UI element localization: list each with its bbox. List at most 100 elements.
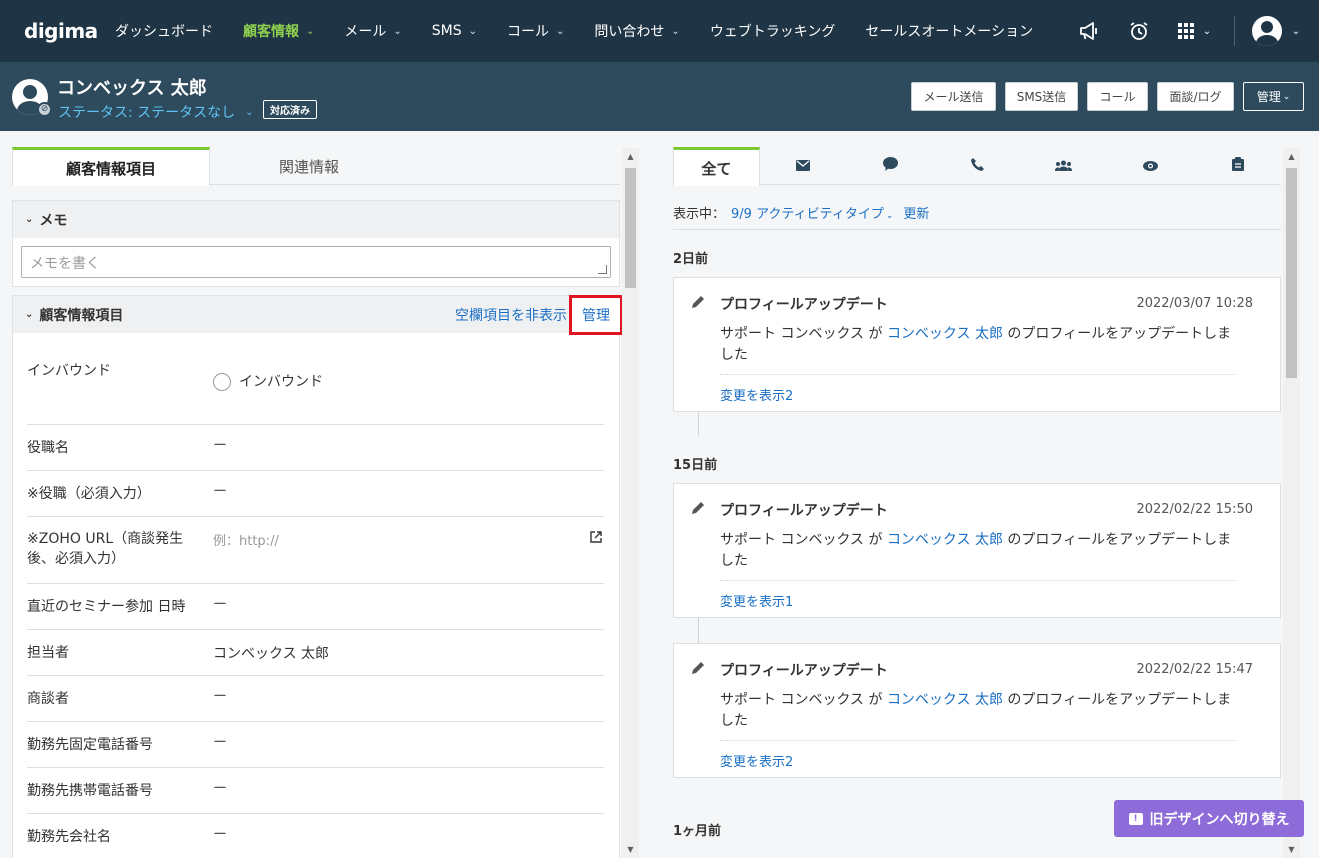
- nav-call[interactable]: コール ⌄: [492, 0, 579, 62]
- scrollbar-thumb[interactable]: [1286, 168, 1297, 378]
- tab-chat[interactable]: [847, 147, 934, 185]
- field-value[interactable]: ー: [213, 435, 227, 455]
- hide-empty-fields-link[interactable]: 空欄項目を非表示: [455, 305, 567, 325]
- timeline-line: [698, 412, 699, 436]
- nav-customer-info-label: 顧客情報: [243, 24, 299, 40]
- field-value[interactable]: ー: [213, 481, 227, 501]
- activity-text-cont: した: [720, 347, 748, 363]
- chevron-down-icon[interactable]: ⌄: [25, 309, 33, 320]
- field-label: 担当者: [27, 645, 69, 661]
- show-changes-link[interactable]: 変更を表示1: [720, 591, 793, 610]
- nav-sms[interactable]: SMS ⌄: [417, 0, 492, 62]
- nav-inquiry[interactable]: 問い合わせ ⌄: [579, 0, 694, 62]
- pencil-icon: [692, 661, 705, 678]
- activity-card: プロフィールアップデート 2022/02/22 15:50 サポート コンベック…: [673, 483, 1281, 618]
- activity-tabs: 全て: [673, 147, 1281, 186]
- tab-related-info[interactable]: 関連情報: [210, 147, 408, 185]
- scroll-down-icon[interactable]: ▼: [1283, 841, 1300, 858]
- scroll-down-icon[interactable]: ▼: [622, 841, 639, 858]
- show-changes-link[interactable]: 変更を表示2: [720, 385, 793, 404]
- customer-link[interactable]: コンベックス 太郎: [887, 692, 1003, 708]
- tab-view[interactable]: [1107, 147, 1194, 185]
- memo-input[interactable]: メモを書く: [21, 246, 611, 278]
- alarm-clock-icon[interactable]: [1114, 0, 1164, 62]
- nav-right-icons: ⌄ ⌄: [1064, 0, 1319, 62]
- chevron-down-icon: ⌄: [1282, 91, 1291, 102]
- activity-type-label: 9/9 アクティビティタイプ: [731, 207, 884, 222]
- scroll-up-icon[interactable]: ▲: [622, 148, 639, 165]
- left-scrollbar[interactable]: ▲ ▼: [622, 148, 639, 858]
- inbound-radio-label: インバウンド: [239, 374, 323, 390]
- right-scrollbar[interactable]: ▲ ▼: [1283, 148, 1300, 858]
- field-row-zoho-url: ※ZOHO URL（商談発生 後、必須入力） 例：http://: [27, 517, 604, 584]
- field-value[interactable]: ー: [213, 824, 227, 844]
- tab-task[interactable]: [1194, 147, 1281, 185]
- pencil-icon: [692, 501, 705, 518]
- scrollbar-thumb[interactable]: [625, 168, 636, 288]
- chevron-down-icon: ⌄: [885, 211, 894, 221]
- nav-mail[interactable]: メール ⌄: [329, 0, 416, 62]
- tab-call[interactable]: [934, 147, 1021, 185]
- send-email-button[interactable]: メール送信: [911, 82, 996, 111]
- field-value[interactable]: ー: [213, 778, 227, 798]
- activity-time: 2022/02/22 15:47: [1136, 662, 1253, 677]
- meeting-log-button[interactable]: 面談/ログ: [1157, 82, 1234, 111]
- chevron-down-icon: ⌄: [1202, 25, 1212, 37]
- field-value[interactable]: コンベックス 太郎: [213, 643, 329, 663]
- scroll-up-icon[interactable]: ▲: [1283, 148, 1300, 165]
- switch-old-design-button[interactable]: ! 旧デザインへ切り替え: [1114, 800, 1304, 837]
- nav-customer-info[interactable]: 顧客情報 ⌄: [228, 0, 329, 62]
- field-label: 勤務先携帯電話番号: [27, 783, 153, 799]
- tab-group[interactable]: [1020, 147, 1107, 185]
- field-row-office-phone: 勤務先固定電話番号 ー: [27, 722, 604, 768]
- activity-body: サポート コンベックス が コンベックス 太郎 のプロフィールをアップデートしま…: [720, 324, 1235, 366]
- manage-dropdown-button[interactable]: 管理 ⌄: [1243, 82, 1304, 111]
- feedback-icon: !: [1128, 812, 1143, 825]
- user-menu[interactable]: ⌄: [1245, 0, 1307, 62]
- divider: [720, 580, 1236, 581]
- megaphone-icon[interactable]: [1064, 0, 1114, 62]
- eye-icon: [1143, 157, 1159, 175]
- customer-link[interactable]: コンベックス 太郎: [887, 532, 1003, 548]
- digima-logo[interactable]: digima: [0, 19, 100, 43]
- refresh-link[interactable]: 更新: [903, 203, 929, 222]
- field-value[interactable]: ー: [213, 594, 227, 614]
- tab-mail[interactable]: [760, 147, 847, 185]
- field-value[interactable]: ー: [213, 732, 227, 752]
- blocked-badge-icon: ⊘: [37, 102, 52, 117]
- field-label-line1: ※ZOHO URL（商談発生: [27, 531, 184, 547]
- nav-web-tracking[interactable]: ウェブトラッキング: [695, 0, 851, 62]
- field-label: 勤務先会社名: [27, 829, 111, 845]
- field-row-negotiator: 商談者 ー: [27, 676, 604, 722]
- customer-fields-header: ⌄ 顧客情報項目 空欄項目を非表示 管理: [13, 294, 623, 335]
- nav-dashboard[interactable]: ダッシュボード: [100, 0, 228, 62]
- inbound-radio[interactable]: インバウンド: [213, 371, 323, 391]
- send-sms-button[interactable]: SMS送信: [1005, 82, 1078, 111]
- nav-sales-automation[interactable]: セールスオートメーション: [850, 0, 1048, 62]
- activity-time: 2022/02/22 15:50: [1136, 502, 1253, 517]
- memo-header[interactable]: ⌄ メモ: [13, 201, 619, 238]
- status-selector[interactable]: ステータス: ステータスなし ⌄: [58, 102, 254, 122]
- tab-customer-info[interactable]: 顧客情報項目: [12, 147, 210, 186]
- activity-filter: 表示中： 9/9 アクティビティタイプ ⌄ 更新: [673, 203, 929, 222]
- activity-text: のプロフィールをアップデートしま: [1007, 532, 1232, 548]
- customer-link[interactable]: コンベックス 太郎: [887, 326, 1003, 342]
- field-row-inbound: インバウンド インバウンド: [27, 341, 604, 425]
- manage-fields-link[interactable]: 管理: [569, 294, 623, 335]
- call-button[interactable]: コール: [1087, 82, 1148, 111]
- field-value[interactable]: ー: [213, 686, 227, 706]
- clipboard-icon: [1231, 157, 1244, 175]
- tab-all[interactable]: 全て: [673, 147, 760, 186]
- activity-text: のプロフィールをアップデートしま: [1007, 326, 1232, 342]
- zoho-url-input[interactable]: 例：http://: [213, 530, 279, 549]
- activity-type-selector[interactable]: 9/9 アクティビティタイプ ⌄: [731, 203, 893, 222]
- field-label: 勤務先固定電話番号: [27, 737, 153, 753]
- nav-sms-label: SMS: [431, 23, 462, 39]
- show-changes-link[interactable]: 変更を表示2: [720, 751, 793, 770]
- user-avatar-icon: [1251, 16, 1282, 46]
- day-heading: 1ヶ月前: [673, 824, 722, 839]
- apps-grid-icon[interactable]: ⌄: [1164, 0, 1224, 62]
- activity-actor: サポート コンベックス が: [720, 326, 883, 342]
- external-link-icon[interactable]: [590, 531, 602, 547]
- left-tabs: 顧客情報項目 関連情報: [12, 147, 620, 186]
